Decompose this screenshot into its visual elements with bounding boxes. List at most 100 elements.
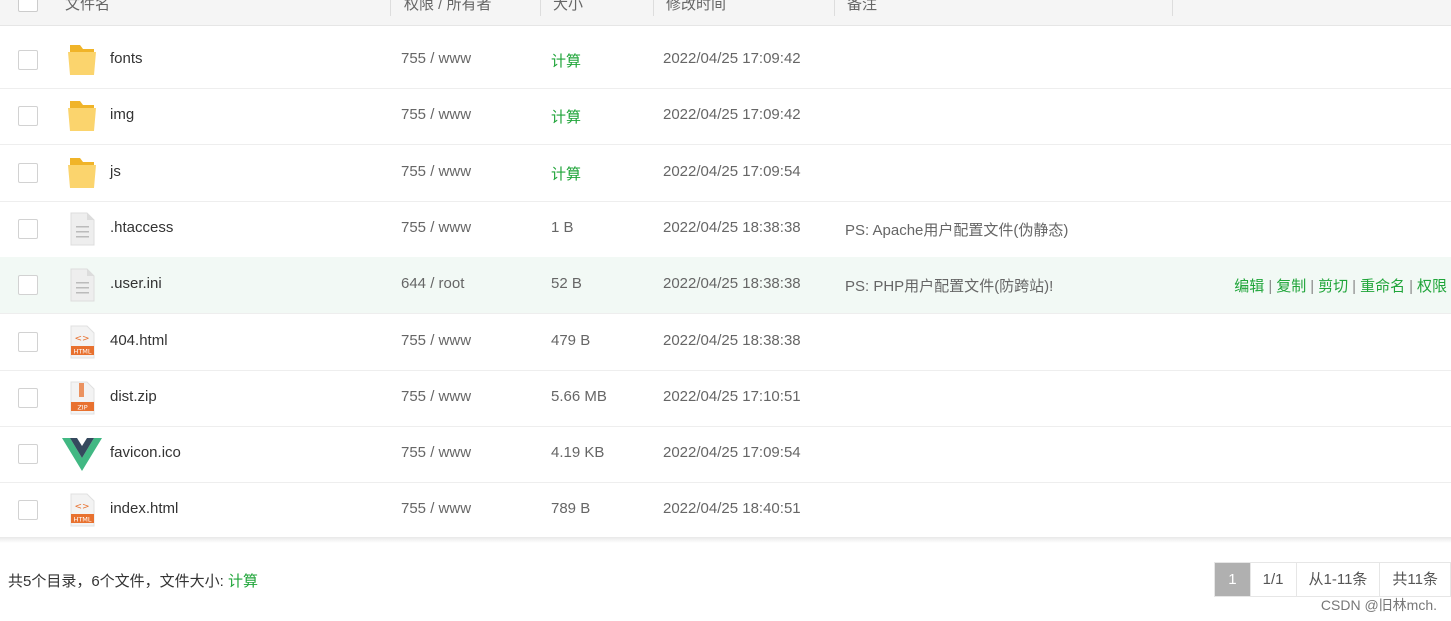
row-checkbox[interactable] xyxy=(18,106,38,127)
row-checkbox[interactable] xyxy=(18,275,38,296)
header-size[interactable]: 大小 xyxy=(553,0,583,22)
copy-link[interactable]: 复制 xyxy=(1276,278,1306,295)
action-separator: | xyxy=(1409,278,1413,296)
select-all-checkbox[interactable] xyxy=(18,0,38,12)
header-modified-time[interactable]: 修改时间 xyxy=(666,0,726,22)
table-row[interactable]: <> HTML index.html 755 / www 789 B 2022/04/25… xyxy=(0,482,1451,540)
file-name[interactable]: img xyxy=(110,106,134,123)
svg-text:<>: <> xyxy=(74,334,89,344)
file-permission[interactable]: 755 / www xyxy=(401,388,471,405)
file-permission[interactable]: 755 / www xyxy=(401,50,471,67)
header-permission[interactable]: 权限 / 所有者 xyxy=(404,0,492,22)
zip-file-icon[interactable]: ZIP xyxy=(66,380,98,416)
vue-logo-icon[interactable] xyxy=(62,436,102,472)
file-modified-time: 2022/04/25 17:09:54 xyxy=(663,444,801,462)
calc-size-link[interactable]: 计算 xyxy=(551,163,581,184)
html-file-icon[interactable]: <> HTML xyxy=(66,492,98,528)
page-current[interactable]: 1 xyxy=(1215,563,1251,596)
file-modified-time: 2022/04/25 17:09:54 xyxy=(663,162,801,180)
table-row[interactable]: img 755 / www 计算 2022/04/25 17:09:42 xyxy=(0,88,1451,146)
column-divider xyxy=(653,0,654,16)
file-permission[interactable]: 755 / www xyxy=(401,332,471,349)
file-name[interactable]: 404.html xyxy=(110,332,168,349)
action-separator: | xyxy=(1352,278,1357,296)
table-row[interactable]: favicon.ico 755 / www 4.19 KB 2022/04/25 17… xyxy=(0,426,1451,484)
file-name[interactable]: dist.zip xyxy=(110,388,157,405)
file-note[interactable]: PS: Apache用户配置文件(伪静态) xyxy=(845,219,1068,240)
file-permission[interactable]: 755 / www xyxy=(401,106,471,123)
file-size: 1 B xyxy=(551,218,574,236)
page-count: 1/1 xyxy=(1251,563,1297,596)
list-bottom-shadow xyxy=(0,537,1451,543)
row-checkbox[interactable] xyxy=(18,50,38,70)
calc-size-link[interactable]: 计算 xyxy=(551,50,581,71)
file-size: 4.19 KB xyxy=(551,444,605,462)
file-permission[interactable]: 755 / www xyxy=(401,163,471,180)
table-row[interactable]: fonts 755 / www 计算 2022/04/25 17:09:42 xyxy=(0,32,1451,89)
row-checkbox[interactable] xyxy=(18,444,38,465)
header-note: 备注 xyxy=(847,0,878,13)
column-divider xyxy=(834,0,835,16)
text-file-icon[interactable] xyxy=(66,267,98,303)
table-row[interactable]: ZIP dist.zip 755 / www 5.66 MB 2022/04/25 17… xyxy=(0,370,1451,427)
file-permission[interactable]: 644 / root xyxy=(401,275,464,292)
table-row[interactable]: .htaccess 755 / www 1 B 2022/04/25 18:38:38… xyxy=(0,201,1451,258)
table-row[interactable]: js 755 / www 计算 2022/04/25 17:09:54 xyxy=(0,145,1451,202)
folder-icon[interactable] xyxy=(66,42,98,78)
header-filename[interactable]: 文件名 xyxy=(65,0,110,22)
file-modified-time: 2022/04/25 18:38:38 xyxy=(663,331,801,349)
row-checkbox[interactable] xyxy=(18,218,38,239)
file-size: 5.66 MB xyxy=(551,387,607,405)
rename-link[interactable]: 重命名 xyxy=(1360,278,1405,295)
folder-icon[interactable] xyxy=(66,155,98,191)
permission-link[interactable]: 权限 xyxy=(1417,278,1447,295)
file-modified-time: 2022/04/25 18:38:38 xyxy=(663,275,801,293)
file-size: 52 B xyxy=(551,275,582,293)
page-total: 共11条 xyxy=(1380,563,1451,596)
table-row[interactable]: <> HTML 404.html 755 / www 479 B 2022/04/25 1… xyxy=(0,314,1451,371)
file-name[interactable]: .user.ini xyxy=(110,275,162,292)
file-modified-time: 2022/04/25 18:38:38 xyxy=(663,218,801,236)
html-icon-label: HTML xyxy=(73,516,91,524)
row-checkbox[interactable] xyxy=(18,331,38,352)
pagination: 1 1/1 从1-11条 共11条 xyxy=(1214,562,1451,597)
file-permission[interactable]: 755 / www xyxy=(401,219,471,236)
file-modified-time: 2022/04/25 17:09:42 xyxy=(663,106,801,124)
calc-total-size-link[interactable]: 计算 xyxy=(228,573,258,590)
column-divider xyxy=(390,0,391,16)
html-file-icon[interactable]: <> HTML xyxy=(66,324,98,360)
page-range: 从1-11条 xyxy=(1297,563,1381,596)
file-name[interactable]: favicon.ico xyxy=(110,444,181,461)
row-checkbox[interactable] xyxy=(18,500,38,521)
column-divider xyxy=(540,0,541,16)
file-modified-time: 2022/04/25 17:09:42 xyxy=(663,50,801,67)
file-permission[interactable]: 755 / www xyxy=(401,444,471,461)
file-permission[interactable]: 755 / www xyxy=(401,500,471,517)
file-name[interactable]: js xyxy=(110,163,121,180)
file-size: 479 B xyxy=(551,331,591,349)
file-size: 789 B xyxy=(551,500,591,518)
file-name[interactable]: fonts xyxy=(110,50,143,67)
table-row[interactable]: .user.ini 644 / root 52 B 2022/04/25 18:38:… xyxy=(0,257,1451,315)
file-note[interactable]: PS: PHP用户配置文件(防跨站)! xyxy=(845,275,1053,296)
row-checkbox[interactable] xyxy=(18,162,38,183)
summary-text: 共5个目录，6个文件，文件大小: xyxy=(8,573,224,590)
cut-link[interactable]: 剪切 xyxy=(1318,278,1348,295)
folder-icon[interactable] xyxy=(66,98,98,134)
zip-icon-label: ZIP xyxy=(77,403,87,411)
file-modified-time: 2022/04/25 18:40:51 xyxy=(663,500,801,518)
action-separator: | xyxy=(1310,278,1315,296)
action-separator: | xyxy=(1268,278,1273,296)
row-checkbox[interactable] xyxy=(18,387,38,408)
calc-size-link[interactable]: 计算 xyxy=(551,106,581,127)
html-icon-label: HTML xyxy=(73,347,91,355)
table-header: 文件名 权限 / 所有者 大小 修改时间 备注 xyxy=(0,0,1451,26)
file-modified-time: 2022/04/25 17:10:51 xyxy=(663,387,801,405)
csdn-watermark: CSDN @旧林mch. xyxy=(1320,597,1437,613)
text-file-icon[interactable] xyxy=(66,211,98,247)
footer-summary: 共5个目录，6个文件，文件大小: 计算 xyxy=(8,570,258,591)
file-name[interactable]: .htaccess xyxy=(110,219,173,236)
file-name[interactable]: index.html xyxy=(110,500,178,517)
row-actions: 编辑 | 复制 | 剪切 | 重命名 | 权限 xyxy=(1234,275,1447,296)
edit-link[interactable]: 编辑 xyxy=(1234,278,1264,295)
